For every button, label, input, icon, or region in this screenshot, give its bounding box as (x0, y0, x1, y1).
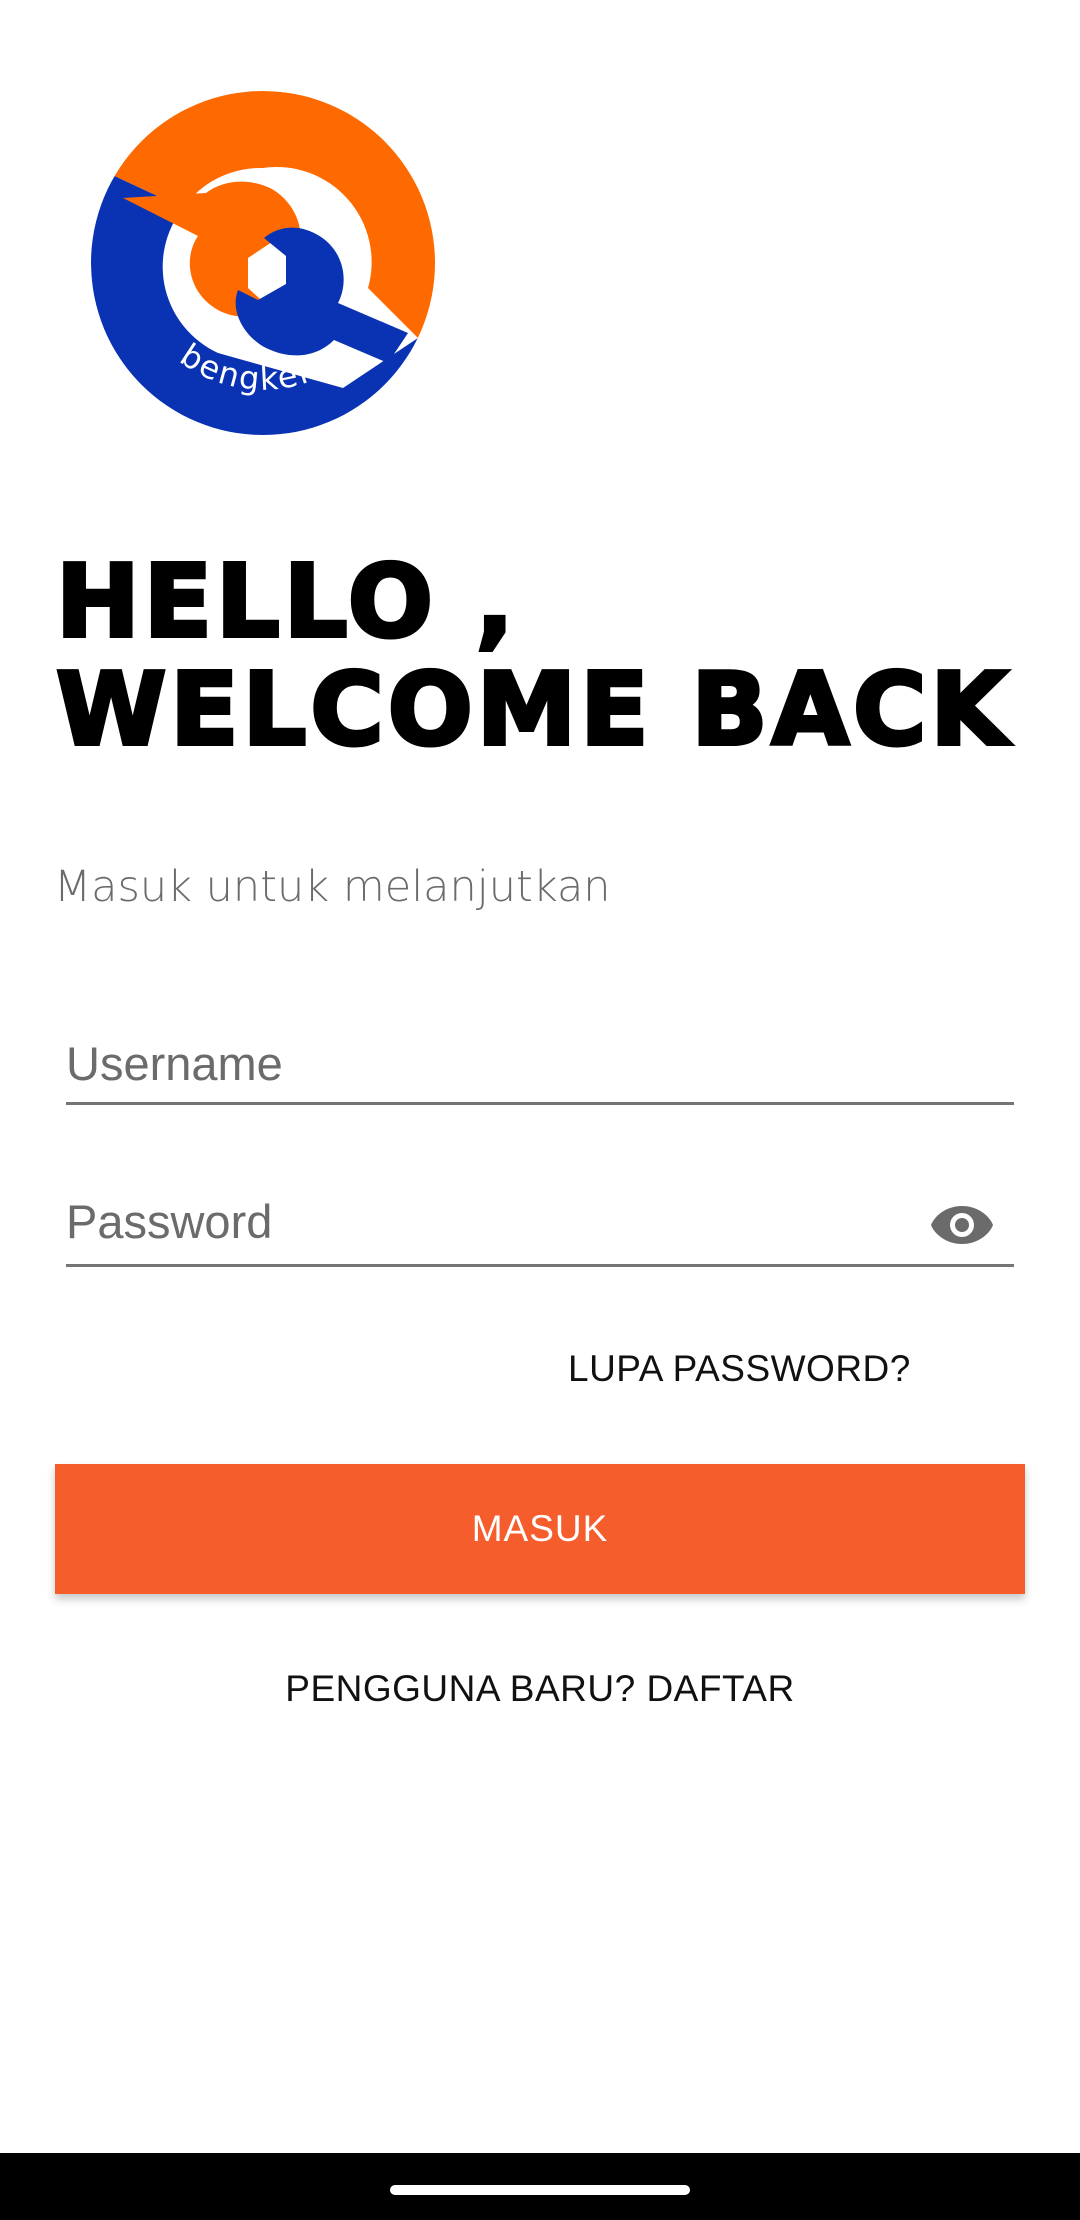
welcome-heading: HELLO , WELCOME BACK (54, 543, 1012, 768)
register-link[interactable]: PENGGUNA BARU? DAFTAR (0, 1668, 1080, 1710)
username-field (66, 1032, 1014, 1105)
subtitle: Masuk untuk melanjutkan (54, 862, 611, 912)
forgot-password-link[interactable]: LUPA PASSWORD? (568, 1348, 911, 1390)
heading-line-2: WELCOME BACK (54, 651, 1012, 768)
password-field (66, 1190, 1014, 1267)
system-navigation-bar (0, 2153, 1080, 2220)
username-input[interactable] (66, 1032, 1014, 1094)
login-button[interactable]: MASUK (55, 1464, 1025, 1594)
password-input[interactable] (66, 1190, 906, 1252)
password-visibility-toggle[interactable] (930, 1204, 994, 1246)
eye-icon (931, 1206, 993, 1244)
wrench-logo-icon: bengkelku (91, 91, 435, 435)
home-indicator[interactable] (390, 2185, 690, 2195)
app-logo: bengkelku (88, 88, 438, 438)
heading-line-1: HELLO , (54, 543, 518, 660)
